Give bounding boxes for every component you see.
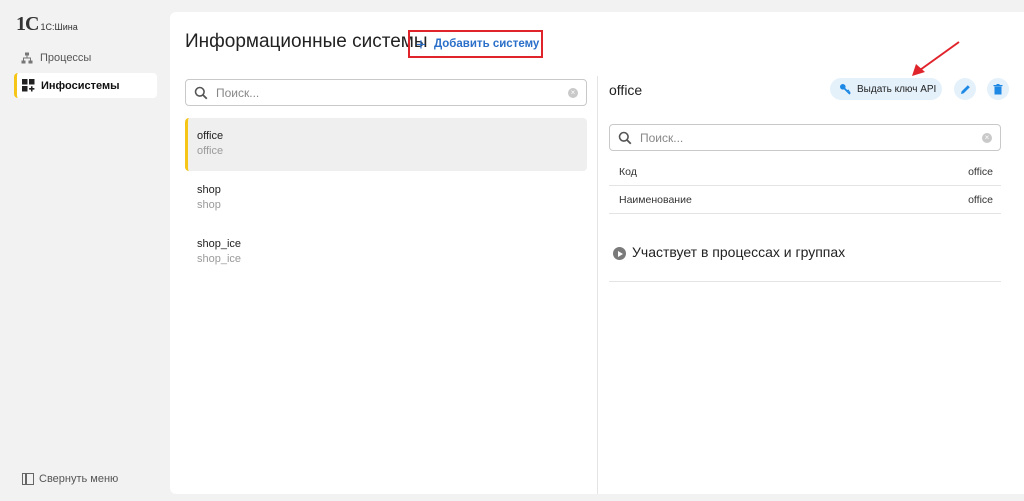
expand-arrow-icon bbox=[613, 247, 626, 260]
logo: 1C 1С:Шина bbox=[16, 14, 78, 34]
sidebar-item-processes[interactable]: Процессы bbox=[14, 45, 157, 70]
section-title: Участвует в процессах и группах bbox=[632, 244, 846, 260]
sidebar-item-infosystems[interactable]: Инфосистемы bbox=[14, 73, 157, 98]
plus-icon: + bbox=[416, 34, 426, 54]
issue-api-key-button[interactable]: Выдать ключ API bbox=[830, 78, 942, 100]
hierarchy-icon bbox=[20, 51, 34, 65]
search-icon bbox=[194, 86, 208, 99]
panel-divider bbox=[597, 76, 598, 494]
sidebar: 1C 1С:Шина Процессы Инфосистемы Свернуть… bbox=[0, 0, 164, 501]
systems-search-input[interactable]: Поиск... × bbox=[185, 79, 587, 106]
grid-plus-icon bbox=[21, 79, 35, 93]
trash-icon bbox=[993, 83, 1003, 94]
field-key: Наименование bbox=[619, 193, 692, 206]
list-item-name: shop bbox=[197, 184, 221, 196]
main-panel: Информационные системы + Добавить систем… bbox=[170, 12, 1024, 494]
add-system-label: Добавить систему bbox=[433, 38, 540, 50]
search-icon bbox=[618, 131, 632, 144]
fields-search-input[interactable]: Поиск... × bbox=[609, 124, 1001, 151]
search-placeholder: Поиск... bbox=[640, 130, 684, 145]
search-placeholder: Поиск... bbox=[216, 85, 260, 100]
list-item-code: shop_ice bbox=[197, 253, 242, 265]
page-title: Информационные системы bbox=[185, 31, 428, 52]
clear-search-icon[interactable]: × bbox=[982, 133, 992, 143]
sidebar-item-label: Процессы bbox=[40, 51, 92, 64]
logo-mark: 1C bbox=[16, 13, 39, 35]
field-row-name: Наименование office bbox=[609, 186, 1001, 214]
edit-button[interactable] bbox=[954, 78, 976, 100]
sidebar-item-label: Инфосистемы bbox=[41, 79, 120, 92]
clear-search-icon[interactable]: × bbox=[568, 88, 578, 98]
collapse-menu-label: Свернуть меню bbox=[39, 473, 119, 485]
add-system-button[interactable]: + Добавить систему bbox=[408, 30, 543, 58]
detail-title: office bbox=[609, 82, 643, 98]
list-item[interactable]: office office bbox=[185, 118, 587, 171]
collapse-menu-button[interactable]: Свернуть меню bbox=[22, 473, 118, 485]
pencil-icon bbox=[960, 84, 970, 94]
processes-groups-section[interactable]: Участвует в процессах и группах bbox=[609, 244, 1001, 282]
field-key: Код bbox=[619, 165, 637, 178]
issue-api-key-label: Выдать ключ API bbox=[857, 83, 937, 95]
logo-text: 1С:Шина bbox=[40, 22, 78, 32]
delete-button[interactable] bbox=[987, 78, 1009, 100]
list-item-code: office bbox=[197, 145, 224, 157]
field-value: office bbox=[968, 193, 993, 206]
sidebar-collapse-icon bbox=[22, 473, 34, 485]
list-item[interactable]: shop_ice shop_ice bbox=[185, 226, 587, 279]
key-icon bbox=[840, 84, 851, 95]
field-row-code: Код office bbox=[609, 158, 1001, 186]
list-item-name: office bbox=[197, 130, 224, 142]
field-value: office bbox=[968, 165, 993, 178]
list-item[interactable]: shop shop bbox=[185, 172, 587, 225]
list-item-name: shop_ice bbox=[197, 238, 242, 250]
list-item-code: shop bbox=[197, 199, 221, 211]
